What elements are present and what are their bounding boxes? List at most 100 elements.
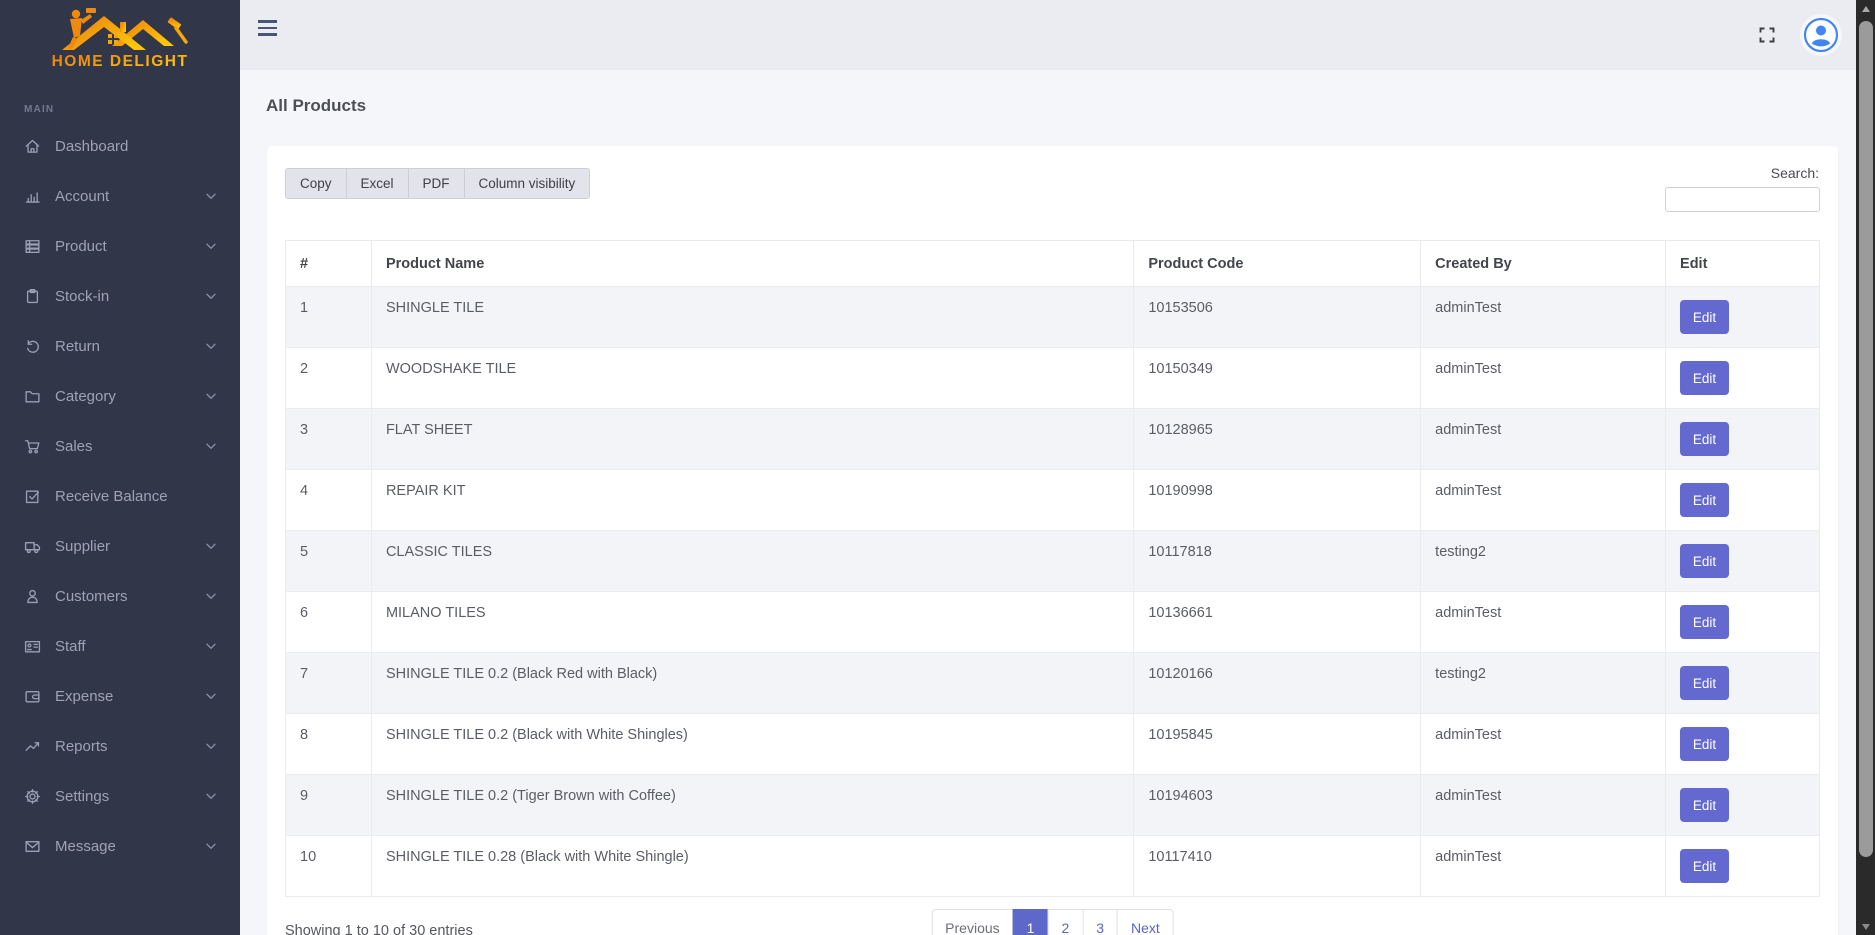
table-row: 4 REPAIR KIT 10190998 adminTest Edit xyxy=(285,469,1820,531)
edit-button[interactable]: Edit xyxy=(1680,666,1730,700)
sidebar-item-dashboard[interactable]: Dashboard xyxy=(0,121,240,171)
sidebar-item-message[interactable]: Message xyxy=(0,821,240,871)
fullscreen-icon[interactable] xyxy=(1758,26,1776,44)
sidebar-item-customers[interactable]: Customers xyxy=(0,571,240,621)
scroll-up-arrow-icon[interactable] xyxy=(1856,0,1875,17)
page-button-1[interactable]: 1 xyxy=(1012,909,1049,935)
edit-button[interactable]: Edit xyxy=(1680,422,1730,456)
cell-name: CLASSIC TILES xyxy=(370,530,1135,592)
sidebar-item-supplier[interactable]: Supplier xyxy=(0,521,240,571)
sidebar-item-expense[interactable]: Expense xyxy=(0,671,240,721)
sidebar-item-product[interactable]: Product xyxy=(0,221,240,271)
cell-created_by: adminTest xyxy=(1420,469,1667,531)
cell-code: 10190998 xyxy=(1133,469,1422,531)
cell-created_by: adminTest xyxy=(1420,713,1667,775)
cell-name: SHINGLE TILE xyxy=(370,286,1135,348)
copy-button[interactable]: Copy xyxy=(285,168,347,199)
cell-num: 8 xyxy=(285,713,372,775)
column-header-product-name[interactable]: Product Name xyxy=(370,240,1135,287)
cell-edit: Edit xyxy=(1665,347,1820,409)
page-button-next[interactable]: Next xyxy=(1117,909,1174,935)
sidebar-item-stock-in[interactable]: Stock-in xyxy=(0,271,240,321)
column-visibility-button[interactable]: Column visibility xyxy=(463,168,591,199)
cell-name: SHINGLE TILE 0.2 (Black with White Shing… xyxy=(370,713,1135,775)
chevron-down-icon xyxy=(206,793,216,800)
edit-button[interactable]: Edit xyxy=(1680,788,1730,822)
sidebar-item-sales[interactable]: Sales xyxy=(0,421,240,471)
cell-name: WOODSHAKE TILE xyxy=(370,347,1135,409)
column-header-product-code[interactable]: Product Code xyxy=(1133,240,1422,287)
column-header-created-by[interactable]: Created By xyxy=(1420,240,1667,287)
vertical-scrollbar xyxy=(1856,0,1875,935)
edit-button[interactable]: Edit xyxy=(1680,300,1730,334)
cell-edit: Edit xyxy=(1665,652,1820,714)
return-arrow-icon xyxy=(24,338,41,355)
scroll-down-arrow-icon[interactable] xyxy=(1856,918,1875,935)
table-row: 6 MILANO TILES 10136661 adminTest Edit xyxy=(285,591,1820,653)
sidebar-item-reports[interactable]: Reports xyxy=(0,721,240,771)
search-area: Search: xyxy=(1665,165,1820,212)
excel-button[interactable]: Excel xyxy=(345,168,409,199)
entries-summary: Showing 1 to 10 of 30 entries xyxy=(285,923,473,935)
cell-code: 10195845 xyxy=(1133,713,1422,775)
brand-logo[interactable]: HOME DELIGHT xyxy=(0,0,240,77)
table-row: 10 SHINGLE TILE 0.28 (Black with White Sh… xyxy=(285,835,1820,897)
cell-edit: Edit xyxy=(1665,591,1820,653)
main-content: All Products Copy Excel PDF Column visibili… xyxy=(240,70,1856,935)
cell-created_by: adminTest xyxy=(1420,774,1667,836)
export-button-group: Copy Excel PDF Column visibility xyxy=(285,168,591,199)
cell-code: 10153506 xyxy=(1133,286,1422,348)
cell-created_by: adminTest xyxy=(1420,835,1667,897)
search-input[interactable] xyxy=(1665,187,1820,212)
page-button-3[interactable]: 3 xyxy=(1082,909,1119,935)
edit-button[interactable]: Edit xyxy=(1680,849,1730,883)
page-title: All Products xyxy=(266,96,367,115)
sidebar-item-receive-balance[interactable]: Receive Balance xyxy=(0,471,240,521)
table-row: 2 WOODSHAKE TILE 10150349 adminTest Edit xyxy=(285,347,1820,409)
scrollbar-thumb[interactable] xyxy=(1858,21,1873,857)
chevron-down-icon xyxy=(206,243,216,250)
edit-button[interactable]: Edit xyxy=(1680,605,1730,639)
table-row: 7 SHINGLE TILE 0.2 (Black Red with Black)… xyxy=(285,652,1820,714)
chevron-down-icon xyxy=(206,743,216,750)
sidebar-item-settings[interactable]: Settings xyxy=(0,771,240,821)
pdf-button[interactable]: PDF xyxy=(407,168,465,199)
sidebar-item-account[interactable]: Account xyxy=(0,171,240,221)
page-button-2[interactable]: 2 xyxy=(1047,909,1084,935)
sidebar-item-category[interactable]: Category xyxy=(0,371,240,421)
table-footer: Showing 1 to 10 of 30 entries Previous 1 2… xyxy=(285,909,1820,935)
table-toolbar: Copy Excel PDF Column visibility Search: xyxy=(285,165,1820,212)
chevron-down-icon xyxy=(206,843,216,850)
column-header-edit[interactable]: Edit xyxy=(1665,240,1820,287)
chevron-down-icon xyxy=(206,593,216,600)
bar-chart-icon xyxy=(24,188,41,205)
edit-button[interactable]: Edit xyxy=(1680,483,1730,517)
cell-edit: Edit xyxy=(1665,408,1820,470)
cell-edit: Edit xyxy=(1665,835,1820,897)
cell-num: 4 xyxy=(285,469,372,531)
sidebar-item-staff[interactable]: Staff xyxy=(0,621,240,671)
column-header-num[interactable]: # xyxy=(285,240,372,287)
chevron-down-icon xyxy=(206,193,216,200)
sidebar-item-return[interactable]: Return xyxy=(0,321,240,371)
table-header: # Product Name Product Code Created By Edit xyxy=(285,240,1820,287)
brand-name-text: HOME DELIGHT xyxy=(52,53,189,70)
cell-num: 7 xyxy=(285,652,372,714)
pagination: Previous 1 2 3 Next xyxy=(931,909,1174,935)
edit-button[interactable]: Edit xyxy=(1680,727,1730,761)
page-button-previous[interactable]: Previous xyxy=(931,909,1014,935)
cell-edit: Edit xyxy=(1665,530,1820,592)
clipboard-icon xyxy=(24,288,41,305)
edit-button[interactable]: Edit xyxy=(1680,544,1730,578)
menu-icon[interactable] xyxy=(258,20,278,36)
cell-created_by: adminTest xyxy=(1420,286,1667,348)
cell-created_by: adminTest xyxy=(1420,408,1667,470)
topbar xyxy=(240,0,1856,70)
products-card: Copy Excel PDF Column visibility Search: # P… xyxy=(267,146,1838,935)
table-row: 3 FLAT SHEET 10128965 adminTest Edit xyxy=(285,408,1820,470)
edit-button[interactable]: Edit xyxy=(1680,361,1730,395)
table-body: 1 SHINGLE TILE 10153506 adminTest Edit 2 WOODS… xyxy=(285,286,1820,897)
cell-num: 5 xyxy=(285,530,372,592)
user-avatar[interactable] xyxy=(1803,17,1839,53)
person-circle-icon xyxy=(1803,17,1839,53)
